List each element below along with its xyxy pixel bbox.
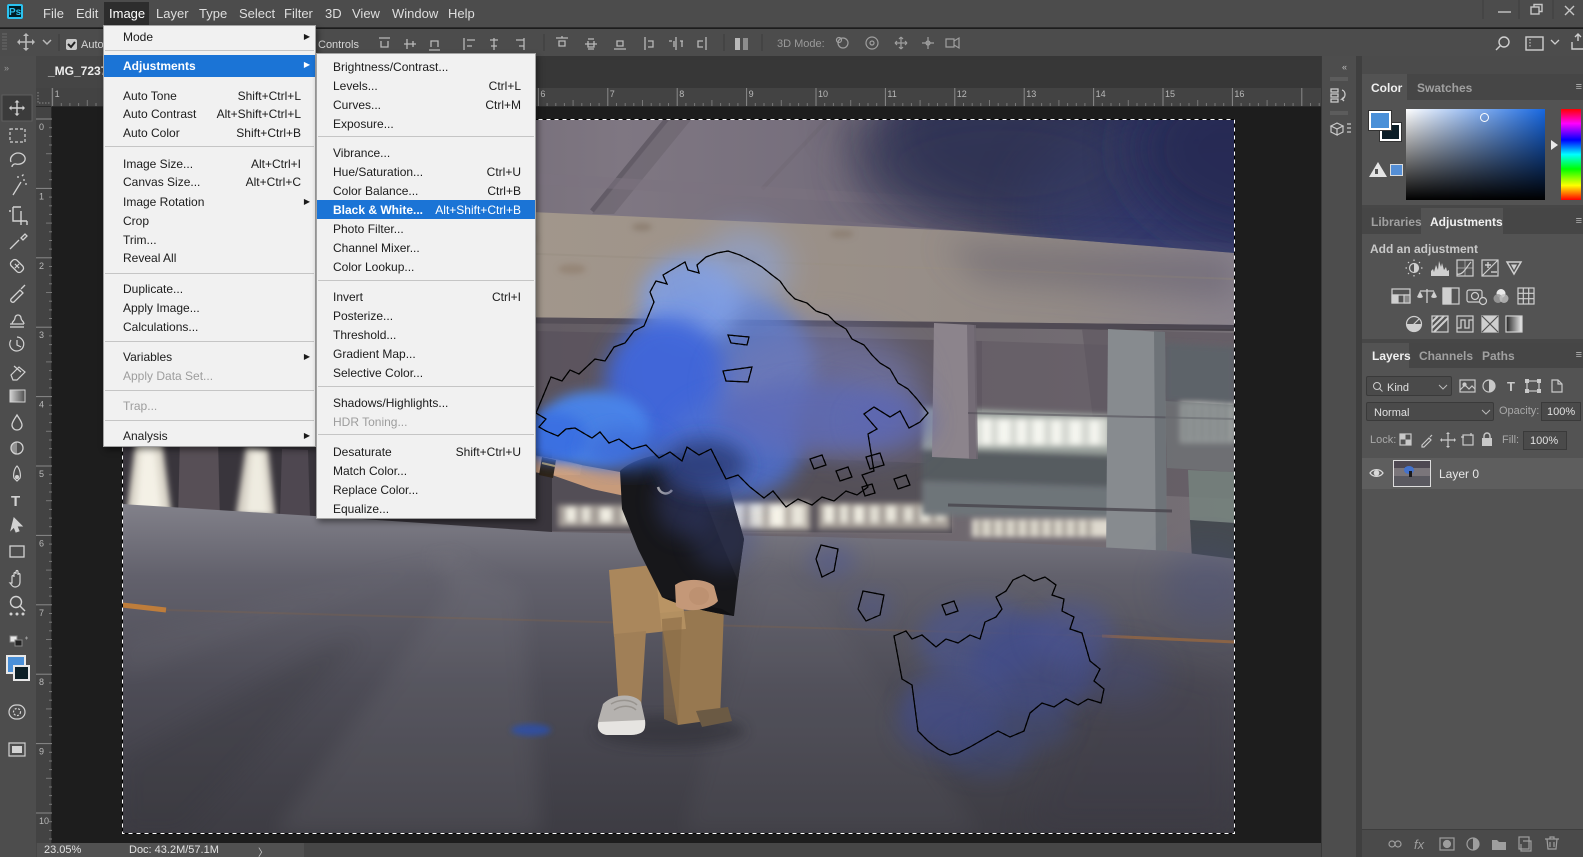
svg-text:9: 9 — [39, 747, 44, 757]
svg-text:6: 6 — [39, 538, 44, 548]
svg-text:1: 1 — [55, 89, 60, 99]
svg-text:11: 11 — [887, 89, 896, 99]
svg-text:Kind: Kind — [1387, 382, 1409, 394]
svg-text:8: 8 — [39, 677, 44, 687]
svg-text:3: 3 — [39, 330, 44, 340]
svg-text:Normal: Normal — [1374, 407, 1409, 419]
svg-text:fx: fx — [1414, 837, 1425, 852]
svg-text:14: 14 — [1096, 89, 1106, 99]
svg-text:T: T — [11, 493, 20, 510]
svg-text:2: 2 — [39, 261, 44, 271]
svg-text:12: 12 — [957, 89, 967, 99]
svg-text:8: 8 — [679, 89, 684, 99]
svg-text:0: 0 — [39, 122, 44, 132]
svg-text:6: 6 — [540, 89, 545, 99]
svg-text:3D Mode:: 3D Mode: — [777, 38, 825, 50]
svg-text:«: « — [1342, 62, 1347, 72]
svg-text:1: 1 — [39, 191, 44, 201]
svg-text:13: 13 — [1026, 89, 1036, 99]
svg-text:»: » — [4, 63, 9, 73]
svg-text:7: 7 — [39, 608, 44, 618]
svg-text:10: 10 — [39, 816, 49, 826]
svg-text:15: 15 — [1165, 89, 1175, 99]
svg-text:16: 16 — [1234, 89, 1244, 99]
svg-text:10: 10 — [818, 89, 828, 99]
svg-text:Controls: Controls — [318, 39, 359, 51]
svg-text:4: 4 — [39, 400, 44, 410]
svg-text:T: T — [1507, 379, 1515, 394]
svg-text:5: 5 — [39, 469, 44, 479]
svg-text:7: 7 — [610, 89, 615, 99]
svg-text:Auto: Auto — [81, 39, 104, 51]
svg-text:9: 9 — [749, 89, 754, 99]
